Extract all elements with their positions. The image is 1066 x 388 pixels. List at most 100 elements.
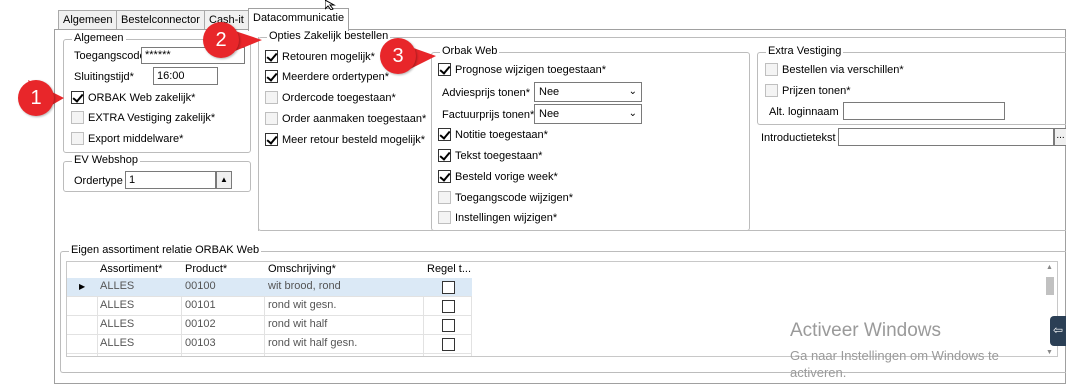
retouren-mogelijk-checkbox[interactable]: Retouren mogelijk* (265, 50, 375, 63)
checkbox-box (71, 111, 84, 124)
notitie-label: Notitie toegestaan* (455, 128, 548, 141)
row-pointer-icon: ▶ (79, 282, 86, 291)
meerdere-ordertypen-checkbox[interactable]: Meerdere ordertypen* (265, 70, 389, 83)
cell-assortiment: ALLES (100, 337, 135, 349)
checkbox-box (265, 133, 278, 146)
export-middelware-label: Export middelware* (88, 132, 184, 145)
cell-product: 00101 (185, 299, 216, 311)
column-header-assortiment[interactable]: Assortiment* (100, 263, 162, 275)
group-algemeen-title: Algemeen (72, 32, 126, 44)
tab-algemeen[interactable]: Algemeen (58, 10, 118, 29)
bestellen-via-label: Bestellen via verschillen* (782, 63, 904, 76)
checkbox-box (265, 50, 278, 63)
orbak-web-zakelijk-label: ORBAK Web zakelijk* (88, 91, 196, 104)
toegangscode-label: Toegangscode* (74, 50, 150, 62)
checkbox-box (765, 63, 778, 76)
alt-loginnaam-input[interactable] (843, 102, 1005, 120)
prognose-checkbox[interactable]: Prognose wijzigen toegestaan* (438, 63, 606, 76)
meerdere-ordertypen-label: Meerdere ordertypen* (282, 70, 390, 83)
checkbox-box (265, 112, 278, 125)
table-row[interactable]: ALLES 00103 rond wit half gesn. (67, 335, 472, 354)
watermark-subtitle: Ga naar Instellingen om Windows te activ… (790, 348, 999, 380)
checkbox-box (438, 191, 451, 204)
toegangscode-wijzigen-checkbox[interactable]: Toegangscode wijzigen* (438, 191, 573, 204)
scrollbar-thumb[interactable] (1046, 277, 1054, 295)
cell-assortiment: ALLES (100, 318, 135, 330)
cell-regel-checkbox[interactable] (442, 281, 455, 294)
callout-1-badge: 1 (18, 80, 54, 116)
sluitingstijd-label: Sluitingstijd* (74, 71, 134, 83)
retouren-mogelijk-label: Retouren mogelijk* (282, 50, 375, 63)
cell-product: 00103 (185, 337, 216, 349)
checkbox-box (438, 149, 451, 162)
factuurprijs-value: Nee (539, 108, 560, 120)
notitie-checkbox[interactable]: Notitie toegestaan* (438, 128, 548, 141)
orbak-web-zakelijk-checkbox[interactable]: ORBAK Web zakelijk* (71, 91, 195, 104)
group-orbak-web-title: Orbak Web (440, 45, 500, 57)
cell-omschrijving: wit brood, rond (268, 280, 341, 292)
cell-omschrijving: rond wit half gesn. (268, 337, 358, 349)
cell-omschrijving: rond wit gesn. (268, 299, 337, 311)
assortiment-grid: Assortiment* Product* Omschrijving* Rege… (66, 261, 1058, 357)
scroll-up-icon[interactable]: ▲ (1046, 264, 1053, 271)
tekst-checkbox[interactable]: Tekst toegestaan* (438, 149, 542, 162)
column-header-omschrijving[interactable]: Omschrijving* (268, 263, 336, 275)
callout-3-badge: 3 (380, 38, 416, 74)
mouse-cursor-icon (325, 0, 336, 10)
instellingen-wijzigen-label: Instellingen wijzigen* (455, 211, 558, 224)
sluitingstijd-input[interactable]: 16:00 (153, 67, 218, 85)
order-aanmaken-label: Order aanmaken toegestaan* (282, 112, 427, 125)
factuurprijs-select[interactable]: Nee ⌄ (534, 104, 642, 124)
bestellen-via-checkbox[interactable]: Bestellen via verschillen* (765, 63, 904, 76)
group-ev-webshop-title: EV Webshop (72, 154, 141, 166)
watermark-title: Activeer Windows (790, 320, 941, 341)
table-row[interactable]: ALLES 00101 rond wit gesn. (67, 297, 472, 316)
table-row[interactable]: ▶ ALLES 00100 wit brood, rond (67, 278, 472, 297)
cell-regel-checkbox[interactable] (442, 338, 455, 351)
cell-regel-checkbox[interactable] (442, 300, 455, 313)
ordercode-toegestaan-label: Ordercode toegestaan* (282, 91, 396, 104)
cell-omschrijving: rond wit half (268, 318, 328, 330)
cell-product: 00100 (185, 280, 216, 292)
tab-bestelconnector[interactable]: Bestelconnector (116, 10, 205, 29)
order-aanmaken-checkbox[interactable]: Order aanmaken toegestaan* (265, 112, 426, 125)
extra-vestiging-zakelijk-checkbox[interactable]: EXTRA Vestiging zakelijk* (71, 111, 215, 124)
table-row[interactable]: ALLES 00102 rond wit half (67, 316, 472, 335)
checkbox-box (438, 63, 451, 76)
app-root: Algemeen Bestelconnector Cash-it Datacom… (0, 0, 1066, 388)
checkbox-box (438, 128, 451, 141)
scroll-down-icon[interactable]: ▼ (1046, 349, 1053, 356)
prognose-label: Prognose wijzigen toegestaan* (455, 63, 607, 76)
chevron-down-icon: ⌄ (628, 108, 637, 119)
group-orbak-web: Orbak Web (431, 45, 750, 231)
adviesprijs-select[interactable]: Nee ⌄ (534, 82, 642, 102)
ordertype-label: Ordertype (74, 175, 123, 187)
cell-regel-checkbox[interactable] (442, 319, 455, 332)
cell-assortiment: ALLES (100, 280, 135, 292)
besteld-vorige-week-label: Besteld vorige week* (455, 170, 558, 183)
meer-retour-checkbox[interactable]: Meer retour besteld mogelijk* (265, 133, 425, 146)
checkbox-box (265, 91, 278, 104)
instellingen-wijzigen-checkbox[interactable]: Instellingen wijzigen* (438, 211, 557, 224)
checkbox-box (765, 84, 778, 97)
column-header-regel[interactable]: Regel t... (427, 263, 471, 275)
introductietekst-ellipsis-button[interactable]: ... (1054, 128, 1066, 146)
export-middelware-checkbox[interactable]: Export middelware* (71, 132, 183, 145)
ordercode-toegestaan-checkbox[interactable]: Ordercode toegestaan* (265, 91, 396, 104)
checkbox-box (71, 91, 84, 104)
introductietekst-input[interactable] (838, 128, 1054, 146)
toegangscode-wijzigen-label: Toegangscode wijzigen* (455, 191, 574, 204)
callout-2-badge: 2 (203, 22, 239, 58)
column-header-product[interactable]: Product* (185, 263, 227, 275)
ordertype-spin-up-icon[interactable]: ▲ (216, 171, 232, 189)
group-opties-title: Opties Zakelijk bestellen (267, 30, 391, 42)
checkbox-box (438, 170, 451, 183)
tab-datacommunicatie[interactable]: Datacommunicatie (248, 8, 350, 31)
ordertype-input[interactable]: 1 (125, 171, 216, 189)
besteld-vorige-week-checkbox[interactable]: Besteld vorige week* (438, 170, 558, 183)
adviesprijs-value: Nee (539, 86, 560, 98)
side-panel-handle-icon[interactable]: ⇦ (1050, 316, 1066, 346)
prijzen-tonen-checkbox[interactable]: Prijzen tonen* (765, 84, 851, 97)
tekst-label: Tekst toegestaan* (455, 149, 543, 162)
group-extra-vestiging-title: Extra Vestiging (766, 45, 844, 57)
